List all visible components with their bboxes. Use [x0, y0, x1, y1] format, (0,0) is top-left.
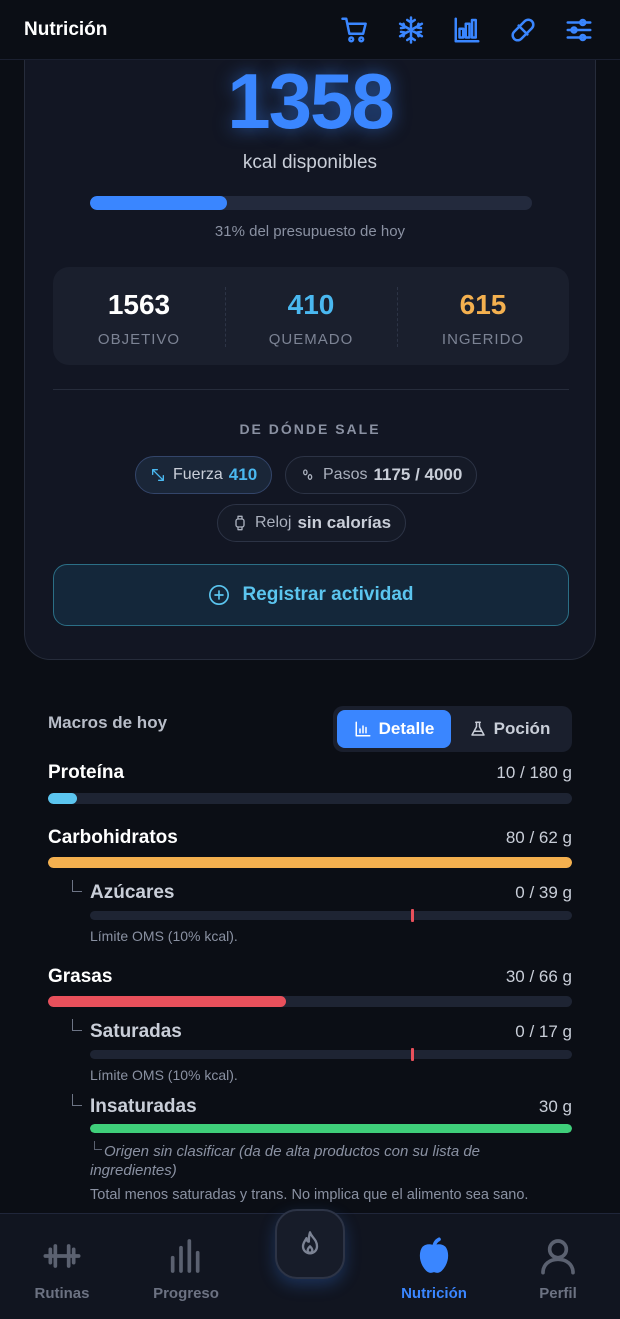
- macro-grasas-fill: [48, 996, 287, 1007]
- nav-nutricion-label: Nutrición: [401, 1285, 467, 1302]
- macro-carbohidratos-bar: [48, 857, 572, 868]
- sliders-icon[interactable]: [562, 13, 596, 47]
- macro-insaturadas-note: Total menos saturadas y trans. No implic…: [90, 1187, 529, 1203]
- calorie-summary-card: 1358 kcal disponibles 31% del presupuest…: [24, 30, 596, 660]
- chip-pasos[interactable]: Pasos 1175 / 4000: [285, 456, 478, 494]
- available-kcal-value: 1358: [227, 57, 395, 145]
- macro-grasas-bar: [48, 996, 572, 1007]
- flask-icon: [470, 721, 485, 736]
- bar-chart-icon[interactable]: [450, 13, 484, 47]
- toggle-pocion-label: Poción: [493, 719, 551, 738]
- macros-view-toggle: Detalle Poción: [333, 706, 572, 752]
- app-header: Nutrición: [0, 0, 620, 60]
- nav-item-rutinas[interactable]: Rutinas: [0, 1236, 124, 1302]
- macro-insaturadas-name: Insaturadas: [90, 1096, 197, 1117]
- macro-grasas-value: 30 / 66 g: [505, 967, 572, 986]
- toggle-pocion[interactable]: Poción: [451, 710, 568, 748]
- macro-azucares-note: Límite OMS (10% kcal).: [90, 928, 238, 944]
- user-icon: [541, 1239, 575, 1275]
- expand-arrows-icon: [152, 469, 164, 481]
- bars-icon: [170, 1239, 200, 1273]
- pill-icon[interactable]: [506, 13, 540, 47]
- register-activity-button[interactable]: Registrar actividad: [53, 564, 569, 626]
- plus-circle-icon: [209, 585, 230, 605]
- budget-progress-fill: [90, 196, 228, 210]
- sub-item-corner-icon: [72, 1019, 82, 1031]
- chip-pasos-label: Pasos: [323, 466, 368, 483]
- saturadas-limit-marker: [411, 1048, 414, 1061]
- macro-saturadas-value: 0 / 17 g: [515, 1022, 572, 1041]
- source-title: DE DÓNDE SALE: [239, 421, 381, 437]
- page-title: Nutrición: [24, 18, 108, 40]
- center-flame-button[interactable]: [275, 1209, 345, 1279]
- nav-item-perfil[interactable]: Perfil: [496, 1236, 620, 1302]
- stat-objetivo-value: 1563: [107, 289, 171, 320]
- watch-icon: [235, 515, 245, 531]
- available-kcal-label: kcal disponibles: [242, 152, 378, 173]
- footsteps-icon: [303, 469, 313, 480]
- macro-saturadas-bar: [90, 1050, 572, 1059]
- macro-carbohidratos-fill: [48, 857, 572, 868]
- snowflake-icon[interactable]: [394, 13, 428, 47]
- sub-item-corner-icon: [72, 1094, 82, 1106]
- macro-carbohidratos-name: Carbohidratos: [48, 827, 178, 848]
- budget-progress-text: 31% del presupuesto de hoy: [214, 223, 406, 240]
- card-divider: [53, 389, 569, 390]
- nav-progreso-label: Progreso: [153, 1285, 219, 1302]
- stat-quemado-value: 410: [287, 289, 335, 320]
- calorie-stats: 1563 OBJETIVO 410 QUEMADO 615 INGERIDO: [53, 267, 569, 365]
- chip-reloj[interactable]: Reloj sin calorías: [217, 504, 407, 542]
- stat-ingerido: 615 INGERIDO: [397, 267, 569, 365]
- macro-insaturadas-origin-note: Origen sin clasificar (da de alta produc…: [90, 1143, 481, 1179]
- chip-reloj-value: sin calorías: [297, 513, 392, 532]
- macro-proteina-bar: [48, 793, 572, 804]
- macro-saturadas-name: Saturadas: [90, 1021, 182, 1042]
- nav-rutinas-label: Rutinas: [34, 1285, 90, 1302]
- stat-quemado: 410 QUEMADO: [225, 267, 397, 365]
- flame-icon: [301, 1231, 319, 1255]
- stat-ingerido-value: 615: [459, 289, 507, 320]
- macro-insaturadas-value: 30 g: [538, 1097, 572, 1116]
- macro-proteina-name: Proteína: [48, 762, 125, 783]
- macro-azucares-value: 0 / 39 g: [515, 883, 572, 902]
- stat-quemado-label: QUEMADO: [268, 331, 354, 348]
- apple-icon: [419, 1237, 449, 1273]
- toggle-detalle-label: Detalle: [378, 719, 435, 738]
- macro-proteina-value: 10 / 180 g: [496, 763, 572, 782]
- toggle-detalle[interactable]: Detalle: [337, 710, 451, 748]
- macro-azucares-name: Azúcares: [90, 882, 175, 903]
- stat-objetivo-label: OBJETIVO: [97, 331, 181, 348]
- stat-ingerido-label: INGERIDO: [441, 331, 525, 348]
- macro-insaturadas-fill: [90, 1124, 572, 1133]
- macro-proteina-fill: [48, 793, 78, 804]
- register-activity-label: Registrar actividad: [242, 584, 414, 605]
- cart-icon[interactable]: [338, 13, 372, 47]
- stat-objetivo: 1563 OBJETIVO: [53, 267, 225, 365]
- chip-fuerza-label: Fuerza: [173, 466, 223, 483]
- budget-progress-bar: [90, 196, 532, 210]
- macros-title: Macros de hoy: [48, 713, 168, 732]
- nav-item-progreso[interactable]: Progreso: [124, 1236, 248, 1302]
- macro-carbohidratos-value: 80 / 62 g: [505, 828, 572, 847]
- azucares-limit-marker: [411, 909, 414, 922]
- header-actions: [316, 13, 596, 47]
- sub-item-corner-icon: [72, 880, 82, 892]
- chip-fuerza-value: 410: [228, 465, 258, 484]
- macro-insaturadas-bar: [90, 1124, 572, 1133]
- chip-pasos-value: 1175 / 4000: [373, 465, 463, 484]
- chip-reloj-label: Reloj: [255, 514, 292, 531]
- dumbbell-icon: [43, 1244, 81, 1268]
- nav-perfil-label: Perfil: [539, 1285, 577, 1302]
- macro-azucares-bar: [90, 911, 572, 920]
- chip-fuerza[interactable]: Fuerza 410: [135, 456, 273, 494]
- macro-grasas-name: Grasas: [48, 966, 113, 987]
- macro-saturadas-note: Límite OMS (10% kcal).: [90, 1067, 238, 1083]
- bar-chart-icon: [355, 721, 371, 737]
- nav-item-nutricion[interactable]: Nutrición: [372, 1236, 496, 1302]
